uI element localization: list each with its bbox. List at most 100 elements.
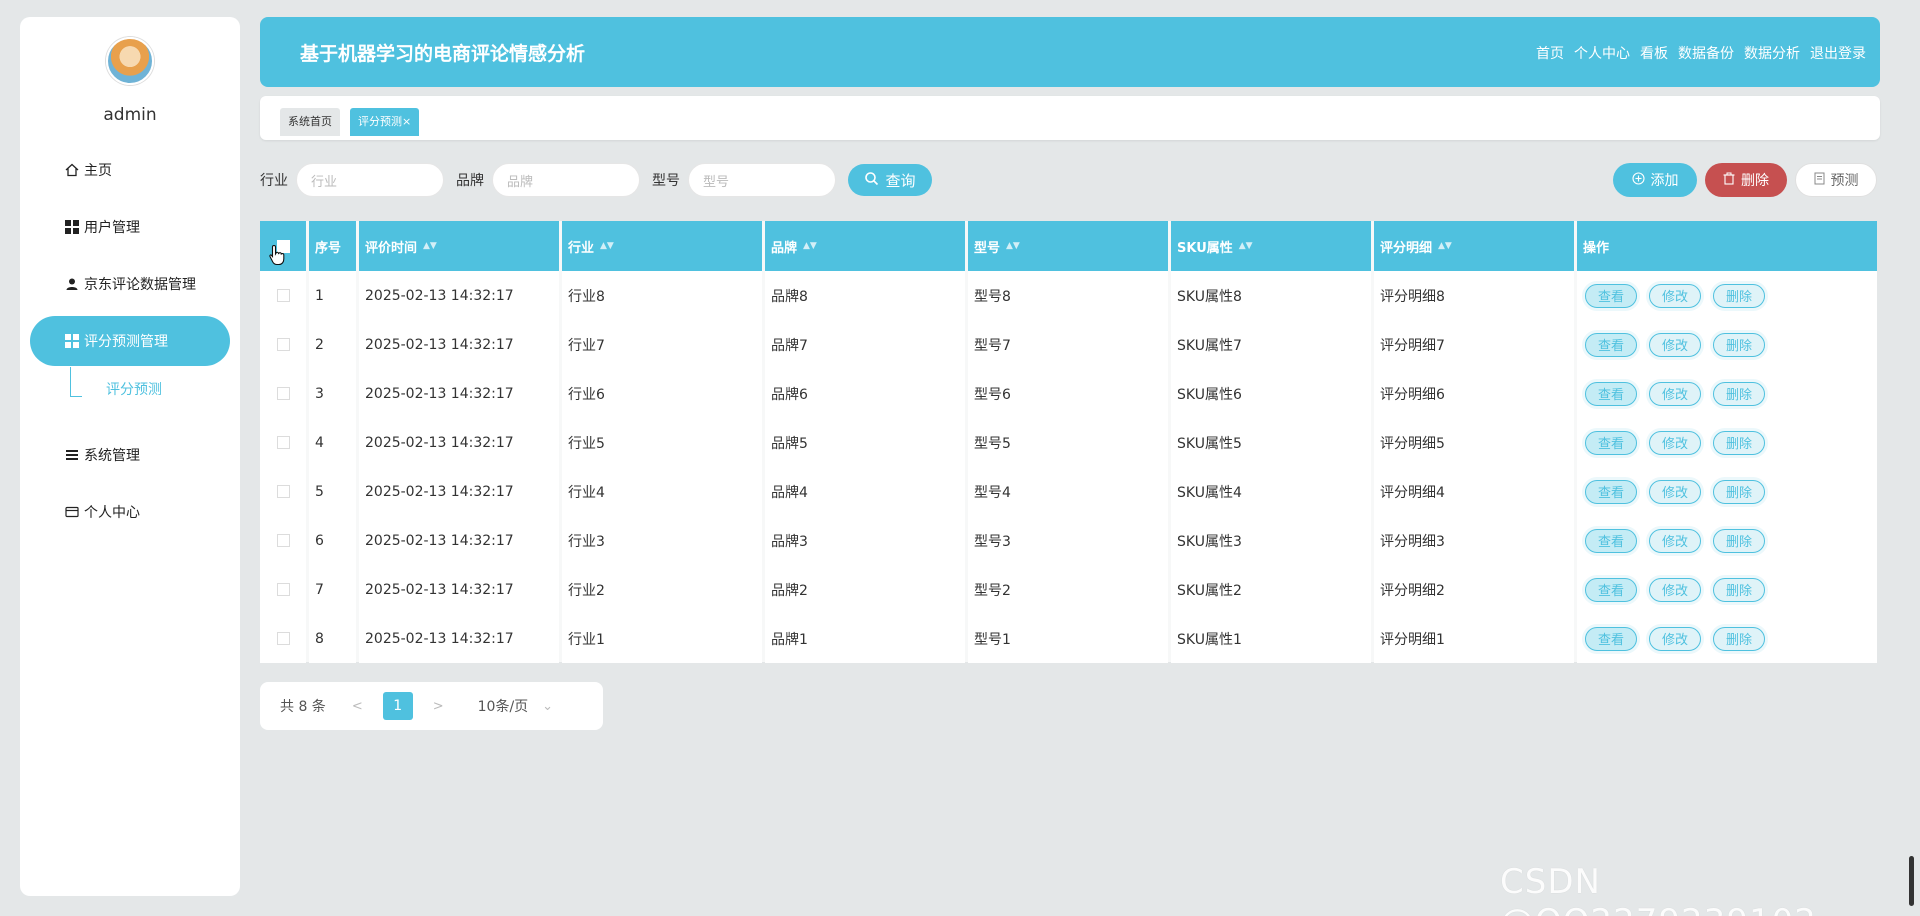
row-checkbox[interactable] [276, 485, 290, 498]
view-button[interactable]: 查看 [1585, 528, 1637, 553]
industry-input[interactable]: 行业 [296, 163, 444, 197]
sort-icon[interactable]: ▲▼ [1438, 241, 1452, 251]
sort-icon[interactable]: ▲▼ [1239, 241, 1253, 251]
industry-cell: 行业2 [562, 565, 762, 614]
predict-button[interactable]: 预测 [1795, 163, 1877, 197]
sort-icon[interactable]: ▲▼ [1006, 241, 1020, 251]
row-actions: 查看 修改 删除 [1577, 565, 1877, 614]
edit-button[interactable]: 修改 [1649, 528, 1701, 553]
total-count: 共 8 条 [280, 699, 326, 715]
edit-button[interactable]: 修改 [1649, 283, 1701, 308]
next-page-icon[interactable]: > [433, 699, 444, 714]
col-header-industry[interactable]: 行业 ▲▼ [562, 221, 762, 271]
tab-label: 评分预测 [358, 115, 402, 128]
header-link-home[interactable]: 首页 [1536, 43, 1564, 63]
row-delete-button[interactable]: 删除 [1713, 528, 1765, 553]
sort-icon[interactable]: ▲▼ [423, 241, 437, 251]
col-header-label: 行业 [568, 240, 595, 256]
rating-detail-cell: 评分明细1 [1374, 614, 1574, 663]
view-button[interactable]: 查看 [1585, 283, 1637, 308]
delete-button[interactable]: 删除 [1705, 163, 1787, 197]
header-link-dashboard[interactable]: 看板 [1640, 43, 1668, 63]
model-label: 型号 [652, 173, 680, 189]
header-link-backup[interactable]: 数据备份 [1678, 43, 1734, 63]
tab-system-home[interactable]: 系统首页 [280, 108, 340, 136]
col-header-label: 品牌 [771, 240, 798, 256]
col-header-label: 型号 [974, 240, 1001, 256]
rating-detail-cell: 评分明细5 [1374, 418, 1574, 467]
row-checkbox[interactable] [276, 632, 290, 645]
page-size-select[interactable]: 10条/页 ⌄ [478, 696, 553, 716]
rating-detail-cell: 评分明细7 [1374, 320, 1574, 369]
row-checkbox[interactable] [276, 387, 290, 400]
edit-button[interactable]: 修改 [1649, 381, 1701, 406]
row-delete-button[interactable]: 删除 [1713, 430, 1765, 455]
row-delete-button[interactable]: 删除 [1713, 626, 1765, 651]
sort-icon[interactable]: ▲▼ [600, 241, 614, 251]
table-row: 8 2025-02-13 14:32:17 行业1 品牌1 型号1 SKU属性1 评分明细1… [260, 614, 1877, 663]
sidebar-item-home[interactable]: 主页 [30, 145, 230, 195]
page-number-current[interactable]: 1 [382, 692, 413, 720]
col-header-label: 序号 [315, 240, 342, 256]
col-header-time[interactable]: 评价时间 ▲▼ [359, 221, 559, 271]
sidebar-item-jd-comments[interactable]: 京东评论数据管理 [30, 259, 230, 309]
brand-input[interactable]: 品牌 [492, 163, 640, 197]
row-delete-button[interactable]: 删除 [1713, 577, 1765, 602]
tab-score-prediction[interactable]: 评分预测× [350, 108, 420, 136]
view-button[interactable]: 查看 [1585, 332, 1637, 357]
row-checkbox[interactable] [276, 583, 290, 596]
view-button[interactable]: 查看 [1585, 479, 1637, 504]
row-delete-button[interactable]: 删除 [1713, 479, 1765, 504]
col-header-brand[interactable]: 品牌 ▲▼ [765, 221, 965, 271]
row-checkbox[interactable] [276, 338, 290, 351]
sidebar-item-users[interactable]: 用户管理 [30, 202, 230, 252]
row-actions: 查看 修改 删除 [1577, 369, 1877, 418]
edit-button[interactable]: 修改 [1649, 626, 1701, 651]
rating-detail-cell: 评分明细4 [1374, 467, 1574, 516]
view-button[interactable]: 查看 [1585, 381, 1637, 406]
add-button[interactable]: 添加 [1613, 163, 1697, 197]
view-button[interactable]: 查看 [1585, 626, 1637, 651]
header-link-profile[interactable]: 个人中心 [1574, 43, 1630, 63]
sort-icon[interactable]: ▲▼ [803, 241, 817, 251]
review-time: 2025-02-13 14:32:17 [359, 271, 559, 320]
edit-button[interactable]: 修改 [1649, 479, 1701, 504]
row-delete-button[interactable]: 删除 [1713, 381, 1765, 406]
model-input[interactable]: 型号 [688, 163, 836, 197]
view-button[interactable]: 查看 [1585, 430, 1637, 455]
row-index: 2 [309, 320, 356, 369]
sidebar-item-label: 主页 [84, 163, 112, 179]
col-header-model[interactable]: 型号 ▲▼ [968, 221, 1168, 271]
sidebar-item-system[interactable]: 系统管理 [30, 430, 230, 480]
prev-page-icon[interactable]: < [352, 699, 363, 714]
document-icon [1814, 172, 1825, 189]
industry-cell: 行业5 [562, 418, 762, 467]
row-delete-button[interactable]: 删除 [1713, 332, 1765, 357]
home-icon [64, 162, 80, 178]
row-checkbox[interactable] [276, 534, 290, 547]
close-icon[interactable]: × [402, 115, 411, 128]
sidebar-subitem-score-prediction[interactable]: 评分预测 [106, 379, 162, 399]
sku-cell: SKU属性1 [1171, 614, 1371, 663]
row-checkbox[interactable] [276, 436, 290, 449]
watermark: CSDN @QQ2279239102 [1500, 862, 1816, 916]
header-link-logout[interactable]: 退出登录 [1810, 43, 1866, 63]
edit-button[interactable]: 修改 [1649, 430, 1701, 455]
table-row: 1 2025-02-13 14:32:17 行业8 品牌8 型号8 SKU属性8 评分明细8… [260, 271, 1877, 320]
scrollbar-handle[interactable] [1909, 856, 1914, 906]
header-links: 首页 个人中心 看板 数据备份 数据分析 退出登录 [1536, 43, 1866, 63]
avatar[interactable] [106, 37, 154, 85]
edit-button[interactable]: 修改 [1649, 577, 1701, 602]
sidebar-item-score-prediction[interactable]: 评分预测管理 [30, 316, 230, 366]
col-header-detail[interactable]: 评分明细 ▲▼ [1374, 221, 1574, 271]
query-button[interactable]: 查询 [848, 164, 932, 196]
edit-button[interactable]: 修改 [1649, 332, 1701, 357]
header-link-analysis[interactable]: 数据分析 [1744, 43, 1800, 63]
col-header-sku[interactable]: SKU属性 ▲▼ [1171, 221, 1371, 271]
brand-cell: 品牌3 [765, 516, 965, 565]
view-button[interactable]: 查看 [1585, 577, 1637, 602]
row-checkbox[interactable] [276, 289, 290, 302]
sidebar-item-profile[interactable]: 个人中心 [30, 487, 230, 537]
row-delete-button[interactable]: 删除 [1713, 283, 1765, 308]
row-index: 3 [309, 369, 356, 418]
